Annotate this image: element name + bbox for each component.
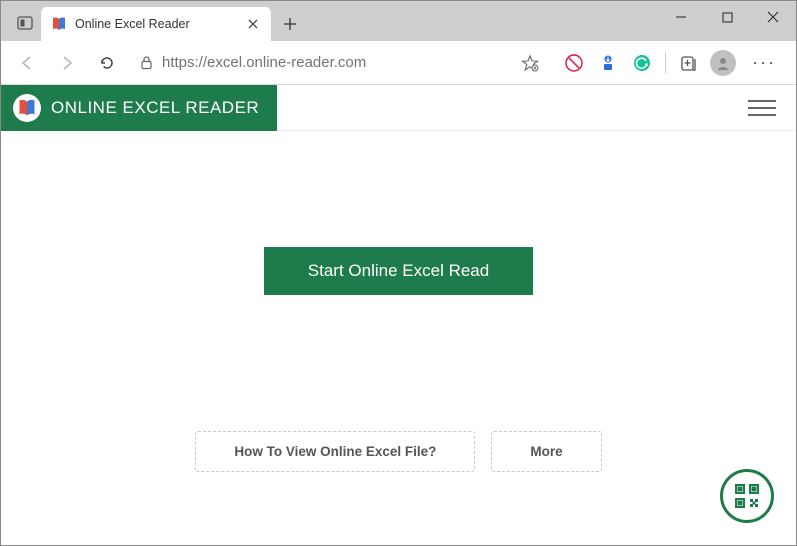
- maximize-button[interactable]: [704, 1, 750, 33]
- url-box[interactable]: [131, 47, 551, 79]
- qr-code-icon: [733, 482, 761, 510]
- collections-icon[interactable]: [674, 48, 704, 78]
- extension-blocker-icon[interactable]: [559, 48, 589, 78]
- separator: [665, 52, 666, 74]
- extension-download-icon[interactable]: [593, 48, 623, 78]
- new-tab-button[interactable]: [275, 9, 305, 39]
- browser-tab[interactable]: Online Excel Reader: [41, 7, 271, 41]
- url-input[interactable]: [162, 54, 509, 71]
- lock-icon: [139, 55, 154, 70]
- brand-title: ONLINE EXCEL READER: [51, 98, 259, 118]
- bottom-links: How To View Online Excel File? More: [1, 431, 796, 472]
- hamburger-menu-button[interactable]: [748, 100, 776, 116]
- window-titlebar: Online Excel Reader: [1, 1, 796, 41]
- browser-menu-button[interactable]: ···: [742, 52, 786, 73]
- address-bar: ···: [1, 41, 796, 85]
- qr-code-button[interactable]: [720, 469, 774, 523]
- back-button[interactable]: [11, 47, 43, 79]
- howto-link[interactable]: How To View Online Excel File?: [195, 431, 475, 472]
- book-icon: [13, 94, 41, 122]
- avatar-icon: [710, 50, 736, 76]
- hero: Start Online Excel Read: [1, 131, 796, 411]
- more-link[interactable]: More: [491, 431, 601, 472]
- site-header: ONLINE EXCEL READER: [1, 85, 796, 131]
- tab-actions-icon[interactable]: [9, 7, 41, 39]
- minimize-button[interactable]: [658, 1, 704, 33]
- window-close-button[interactable]: [750, 1, 796, 33]
- forward-button[interactable]: [51, 47, 83, 79]
- extension-grammarly-icon[interactable]: [627, 48, 657, 78]
- brand[interactable]: ONLINE EXCEL READER: [1, 85, 277, 131]
- tab-title: Online Excel Reader: [75, 17, 237, 31]
- refresh-button[interactable]: [91, 47, 123, 79]
- profile-avatar[interactable]: [708, 48, 738, 78]
- book-icon: [51, 16, 67, 32]
- close-icon[interactable]: [245, 16, 261, 32]
- start-read-button[interactable]: Start Online Excel Read: [264, 247, 533, 295]
- page-content: ONLINE EXCEL READER Start Online Excel R…: [1, 85, 796, 545]
- favorite-add-icon[interactable]: [517, 50, 543, 76]
